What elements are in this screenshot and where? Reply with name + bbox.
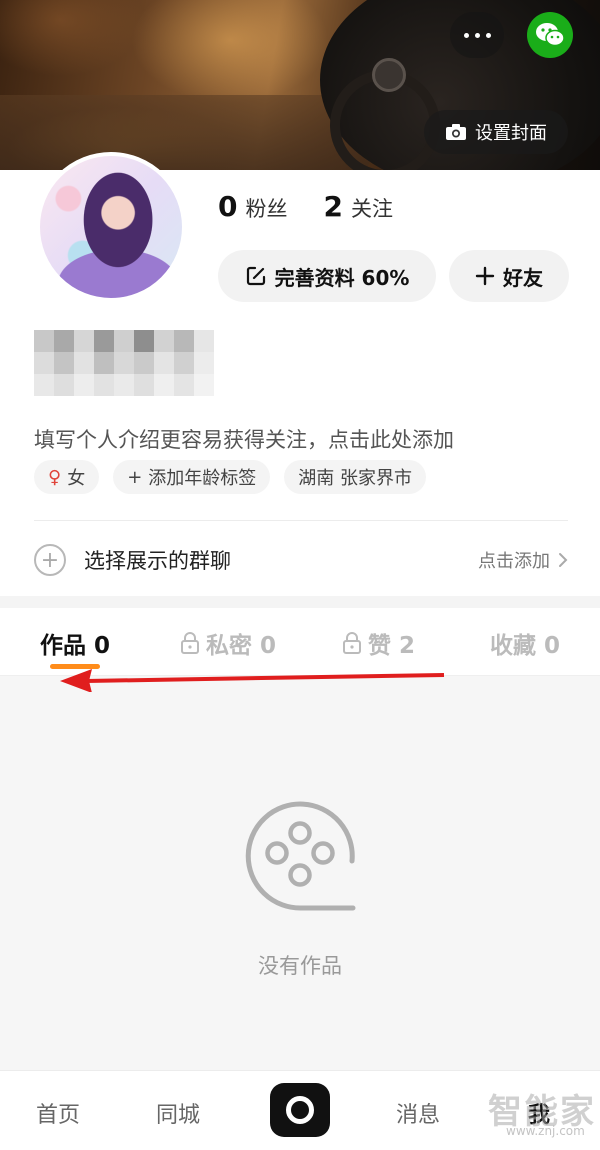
nav-home[interactable]: 首页 [36,1097,80,1129]
plus-icon [475,266,495,286]
empty-works-label: 没有作品 [258,954,342,978]
tab-likes[interactable]: 赞 2 [342,626,415,660]
divider [34,520,568,521]
location-tag[interactable]: 湖南 张家界市 [284,460,427,494]
lock-icon [343,632,361,654]
group-chat-label: 选择展示的群聊 [84,549,231,573]
following-label: 关注 [350,197,393,221]
edit-profile-button[interactable]: 完善资料 60% [218,250,436,302]
edit-profile-label: 完善资料 60% [274,265,410,290]
following-stat[interactable]: 2 关注 [323,190,392,223]
location-label: 湖南 张家界市 [298,468,413,489]
group-chat-action[interactable]: 点击添加 [478,547,568,573]
add-friend-label: 好友 [503,265,543,290]
plus-circle-icon: + [34,544,66,576]
tab-favorites-label: 收藏 0 [490,633,561,659]
group-chat-action-label: 点击添加 [478,551,550,572]
wechat-icon [536,23,565,47]
tab-private[interactable]: 私密 0 [180,626,276,660]
shoot-icon [286,1096,314,1124]
camera-icon [446,124,466,140]
age-tag-label: 添加年龄标签 [148,468,257,489]
cover-badge-shape [372,58,406,92]
annotation-arrow [60,669,445,692]
tab-favorites[interactable]: 收藏 0 [490,626,560,660]
wechat-share-button[interactable] [527,12,573,58]
more-dots-icon [463,32,469,38]
chevron-right-icon [559,553,568,567]
set-cover-label: 设置封面 [475,123,547,144]
tab-private-label: 私密 0 [206,633,277,659]
profile-stats: 0 粉丝 2 关注 [218,190,393,223]
tab-works-label: 作品 0 [40,633,111,659]
gender-label: 女 [67,468,86,489]
tab-likes-label: 赞 2 [368,633,416,659]
watermark-url: www.znj.com [506,1124,585,1138]
nav-local[interactable]: 同城 [156,1097,200,1129]
gender-tag[interactable]: ♀ 女 [34,460,100,494]
edit-icon [246,266,265,286]
following-count: 2 [323,190,343,223]
followers-count: 0 [218,190,238,223]
section-gap [0,596,600,608]
add-friend-button[interactable]: 好友 [449,250,569,302]
age-tag[interactable]: + 添加年龄标签 [113,460,271,494]
shoot-button[interactable] [270,1083,330,1137]
avatar[interactable] [36,152,186,302]
tab-works[interactable]: 作品 0 [40,626,110,660]
lock-icon [181,632,199,654]
username-mosaic [34,330,214,396]
plus-icon: + [127,466,143,488]
followers-label: 粉丝 [245,197,288,221]
female-icon: ♀ [48,466,62,488]
bio-placeholder[interactable]: 填写个人介绍更容易获得关注，点击此处添加 [34,424,454,454]
nav-messages[interactable]: 消息 [396,1097,440,1129]
more-options-button[interactable] [450,12,504,58]
followers-stat[interactable]: 0 粉丝 [218,190,287,223]
set-cover-button[interactable]: 设置封面 [424,110,568,154]
film-reel-icon [245,801,356,911]
group-chat-row[interactable]: + 选择展示的群聊 点击添加 [34,538,568,582]
profile-tags: ♀ 女 + 添加年龄标签 湖南 张家界市 [34,460,427,494]
